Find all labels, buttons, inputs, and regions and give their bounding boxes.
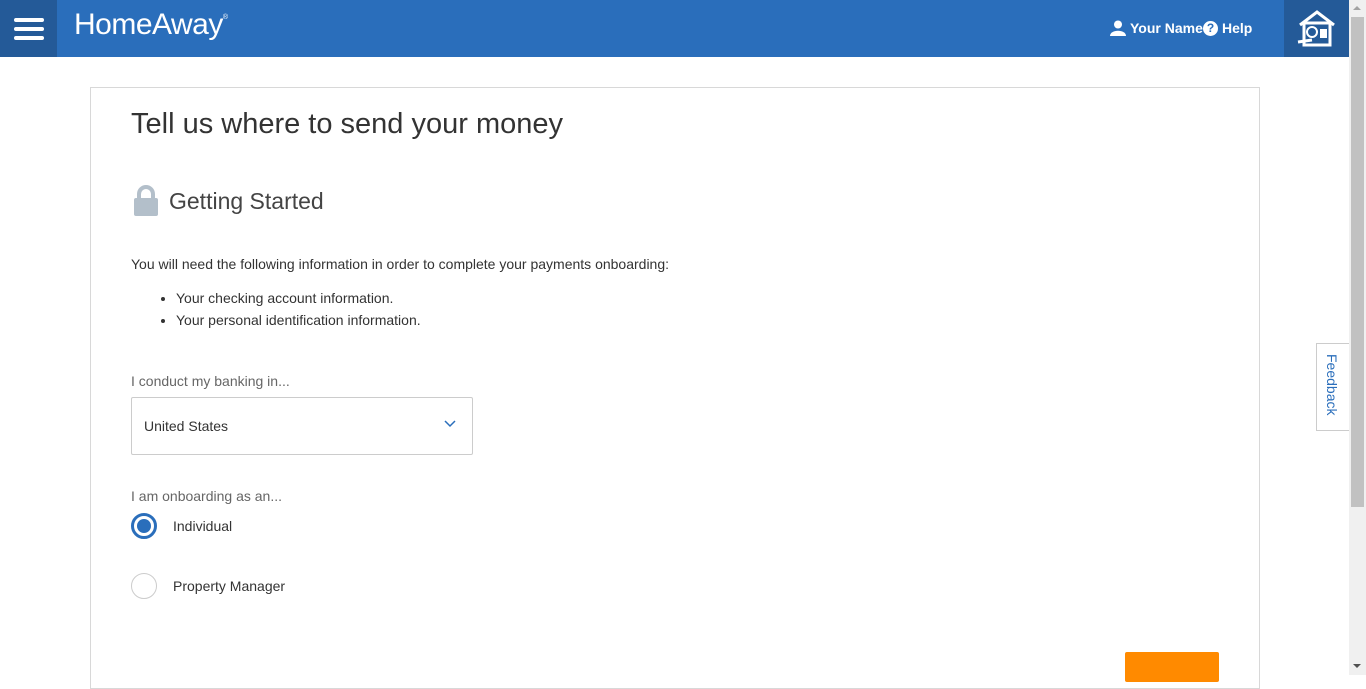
section-heading: Getting Started <box>133 185 324 217</box>
vertical-scrollbar[interactable] <box>1349 0 1366 675</box>
scroll-down-arrow-icon[interactable] <box>1353 664 1361 668</box>
hamburger-icon-bar <box>13 35 44 40</box>
user-menu[interactable]: Your Name <box>1110 20 1203 36</box>
onboarding-type-label: I am onboarding as an... <box>131 488 282 504</box>
feedback-tab[interactable]: Feedback <box>1316 343 1349 431</box>
radio-selected-icon[interactable] <box>131 513 157 539</box>
lock-icon <box>134 185 158 216</box>
user-icon <box>1110 20 1126 36</box>
hamburger-icon-bar <box>13 26 44 31</box>
menu-button[interactable] <box>0 0 57 57</box>
list-item: Your checking account information. <box>176 287 421 309</box>
intro-text: You will need the following information … <box>131 256 670 272</box>
birdhouse-logo-icon <box>1297 9 1335 46</box>
chevron-down-icon <box>444 420 456 428</box>
radio-label: Property Manager <box>173 578 286 594</box>
registered-mark: ® <box>222 14 228 21</box>
radio-unselected-icon[interactable] <box>131 573 157 599</box>
list-item: Your personal identification information… <box>176 309 421 331</box>
requirements-list: Your checking account information. Your … <box>158 287 421 331</box>
radio-property-manager[interactable]: Property Manager <box>131 573 285 599</box>
top-nav: HomeAway® Your Name ? Help <box>0 0 1349 57</box>
scroll-up-arrow-icon[interactable] <box>1353 6 1361 10</box>
scroll-thumb[interactable] <box>1351 17 1364 507</box>
help-link[interactable]: ? Help <box>1203 20 1252 36</box>
banking-country-label: I conduct my banking in... <box>131 373 290 389</box>
question-circle-icon: ? <box>1203 20 1218 36</box>
help-label: Help <box>1222 20 1253 36</box>
radio-label: Individual <box>173 518 233 534</box>
selected-country: United States <box>144 418 229 434</box>
continue-button[interactable] <box>1125 652 1219 682</box>
banking-country-select[interactable]: United States <box>131 397 473 455</box>
radio-individual[interactable]: Individual <box>131 513 232 539</box>
page-title: Tell us where to send your money <box>131 108 563 140</box>
brand-name: HomeAway <box>74 8 223 41</box>
section-title: Getting Started <box>169 187 324 214</box>
user-name: Your Name <box>1130 20 1203 36</box>
feedback-label: Feedback <box>1324 354 1340 416</box>
homeaway-logo[interactable]: HomeAway® <box>74 8 228 42</box>
birdhouse-logo[interactable] <box>1284 0 1349 57</box>
hamburger-icon <box>13 17 44 22</box>
